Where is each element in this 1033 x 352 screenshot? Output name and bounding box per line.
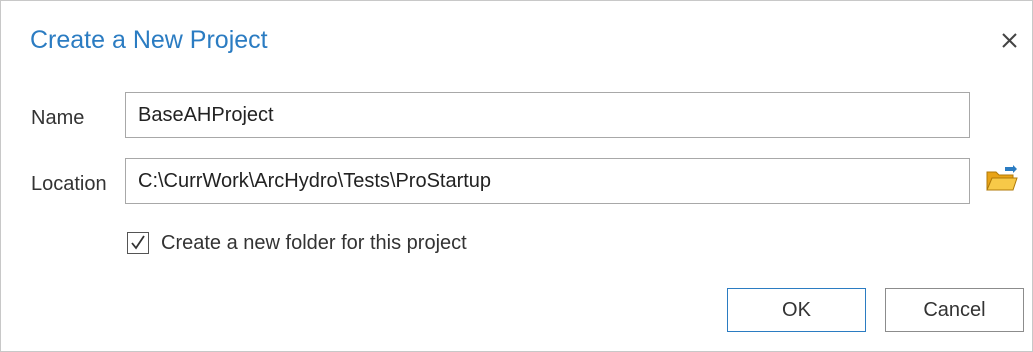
name-label: Name — [31, 107, 85, 129]
cancel-button[interactable]: Cancel — [885, 288, 1024, 332]
create-folder-checkbox[interactable] — [127, 232, 149, 254]
create-project-dialog: Create a New Project Name Location Creat… — [0, 0, 1033, 352]
location-label: Location — [31, 173, 107, 195]
location-input[interactable] — [126, 159, 969, 203]
dialog-title: Create a New Project — [30, 26, 268, 54]
ok-button[interactable]: OK — [727, 288, 866, 332]
create-folder-label: Create a new folder for this project — [161, 232, 467, 254]
browse-location-button[interactable] — [985, 164, 1019, 194]
location-field-container — [125, 158, 970, 204]
name-field-container — [125, 92, 970, 138]
close-button[interactable] — [997, 27, 1023, 53]
name-input[interactable] — [126, 93, 969, 137]
close-icon — [1002, 33, 1017, 48]
create-folder-option[interactable]: Create a new folder for this project — [127, 229, 467, 257]
checkmark-icon — [131, 235, 145, 250]
folder-open-icon — [986, 165, 1018, 191]
